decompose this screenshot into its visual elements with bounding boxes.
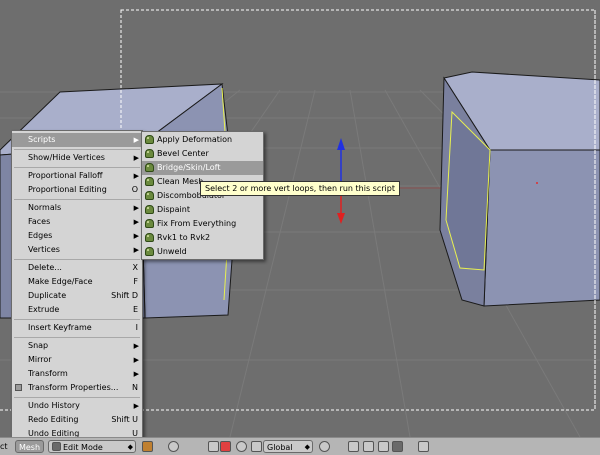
menu-item-proportional-editing[interactable]: Proportional Editing O bbox=[12, 183, 142, 197]
python-script-icon bbox=[145, 135, 154, 144]
script-fix-from-everything[interactable]: Fix From Everything bbox=[142, 217, 263, 231]
menu-separator bbox=[14, 199, 140, 200]
vertex-select-icon[interactable] bbox=[348, 441, 359, 452]
mode-select[interactable]: Edit Mode ◆ bbox=[48, 440, 136, 453]
mesh-menu[interactable]: Mesh bbox=[15, 440, 44, 453]
edit-menu: Scripts ▶ Show/Hide Vertices ▶ Proportiona… bbox=[11, 130, 143, 445]
menu-item-mirror[interactable]: Mirror ▶ bbox=[12, 353, 142, 367]
menu-separator bbox=[14, 259, 140, 260]
proportional-edit-icon[interactable] bbox=[319, 441, 330, 452]
menu-item-show-hide-vertices[interactable]: Show/Hide Vertices ▶ bbox=[12, 151, 142, 165]
menu-separator bbox=[14, 319, 140, 320]
menu-item-normals[interactable]: Normals ▶ bbox=[12, 201, 142, 215]
python-script-icon bbox=[145, 163, 154, 172]
script-apply-deformation[interactable]: Apply Deformation bbox=[142, 133, 263, 147]
python-script-icon bbox=[145, 247, 154, 256]
rotate-icon[interactable] bbox=[236, 441, 247, 452]
menu-item-edges[interactable]: Edges ▶ bbox=[12, 229, 142, 243]
python-script-icon bbox=[145, 177, 154, 186]
hand-tool-icon[interactable] bbox=[208, 441, 219, 452]
python-script-icon bbox=[145, 205, 154, 214]
chevron-down-icon: ◆ bbox=[304, 443, 310, 451]
menu-item-vertices[interactable]: Vertices ▶ bbox=[12, 243, 142, 257]
checkbox-icon[interactable] bbox=[15, 384, 22, 391]
menu-item-extrude[interactable]: Extrude E bbox=[12, 303, 142, 317]
chevron-right-icon: ▶ bbox=[133, 172, 139, 180]
orientation-select[interactable]: Global ◆ bbox=[263, 440, 313, 453]
chevron-right-icon: ▶ bbox=[133, 342, 139, 350]
script-bevel-center[interactable]: Bevel Center bbox=[142, 147, 263, 161]
menu-item-make-edge-face[interactable]: Make Edge/Face F bbox=[12, 275, 142, 289]
chevron-down-icon: ◆ bbox=[127, 443, 133, 451]
chevron-right-icon: ▶ bbox=[133, 218, 139, 226]
script-dispaint[interactable]: Dispaint bbox=[142, 203, 263, 217]
python-script-icon bbox=[145, 219, 154, 228]
menu-item-transform-properties[interactable]: Transform Properties... N bbox=[12, 381, 142, 395]
menu-separator bbox=[14, 397, 140, 398]
chevron-right-icon: ▶ bbox=[133, 232, 139, 240]
menu-separator bbox=[14, 149, 140, 150]
chevron-right-icon: ▶ bbox=[133, 136, 139, 144]
chevron-right-icon: ▶ bbox=[133, 246, 139, 254]
menu-item-snap[interactable]: Snap ▶ bbox=[12, 339, 142, 353]
python-script-icon bbox=[145, 149, 154, 158]
menu-item-duplicate[interactable]: Duplicate Shift D bbox=[12, 289, 142, 303]
script-tooltip: Select 2 or more vert loops, then run th… bbox=[200, 181, 400, 196]
pivot-point-icon[interactable] bbox=[168, 441, 179, 452]
chevron-right-icon: ▶ bbox=[133, 370, 139, 378]
right-cube bbox=[439, 71, 600, 307]
menu-item-proportional-falloff[interactable]: Proportional Falloff ▶ bbox=[12, 169, 142, 183]
menu-item-redo-editing[interactable]: Redo Editing Shift U bbox=[12, 413, 142, 427]
menu-item-delete[interactable]: Delete... X bbox=[12, 261, 142, 275]
occlude-geometry-icon[interactable] bbox=[392, 441, 403, 452]
chevron-right-icon: ▶ bbox=[133, 154, 139, 162]
3d-view-header: ct Mesh Edit Mode ◆ Global ◆ bbox=[0, 437, 600, 455]
menu-separator bbox=[14, 337, 140, 338]
select-menu[interactable]: ct bbox=[0, 440, 14, 453]
script-rvk1-to-rvk2[interactable]: Rvk1 to Rvk2 bbox=[142, 231, 263, 245]
menu-item-scripts[interactable]: Scripts ▶ bbox=[12, 133, 142, 147]
python-script-icon bbox=[145, 233, 154, 242]
render-icon[interactable] bbox=[418, 441, 429, 452]
chevron-right-icon: ▶ bbox=[133, 402, 139, 410]
edge-select-icon[interactable] bbox=[363, 441, 374, 452]
script-unweld[interactable]: Unweld bbox=[142, 245, 263, 259]
draw-type-icon[interactable] bbox=[142, 441, 153, 452]
edit-mode-icon bbox=[52, 442, 61, 451]
menu-item-transform[interactable]: Transform ▶ bbox=[12, 367, 142, 381]
menu-item-faces[interactable]: Faces ▶ bbox=[12, 215, 142, 229]
chevron-right-icon: ▶ bbox=[133, 204, 139, 212]
menu-separator bbox=[14, 167, 140, 168]
python-script-icon bbox=[145, 191, 154, 200]
face-select-icon[interactable] bbox=[378, 441, 389, 452]
scale-icon[interactable] bbox=[251, 441, 262, 452]
chevron-right-icon: ▶ bbox=[133, 356, 139, 364]
translate-icon[interactable] bbox=[220, 441, 231, 452]
script-bridge-skin-loft[interactable]: Bridge/Skin/Loft bbox=[142, 161, 263, 175]
menu-item-insert-keyframe[interactable]: Insert Keyframe I bbox=[12, 321, 142, 335]
menu-item-undo-history[interactable]: Undo History ▶ bbox=[12, 399, 142, 413]
